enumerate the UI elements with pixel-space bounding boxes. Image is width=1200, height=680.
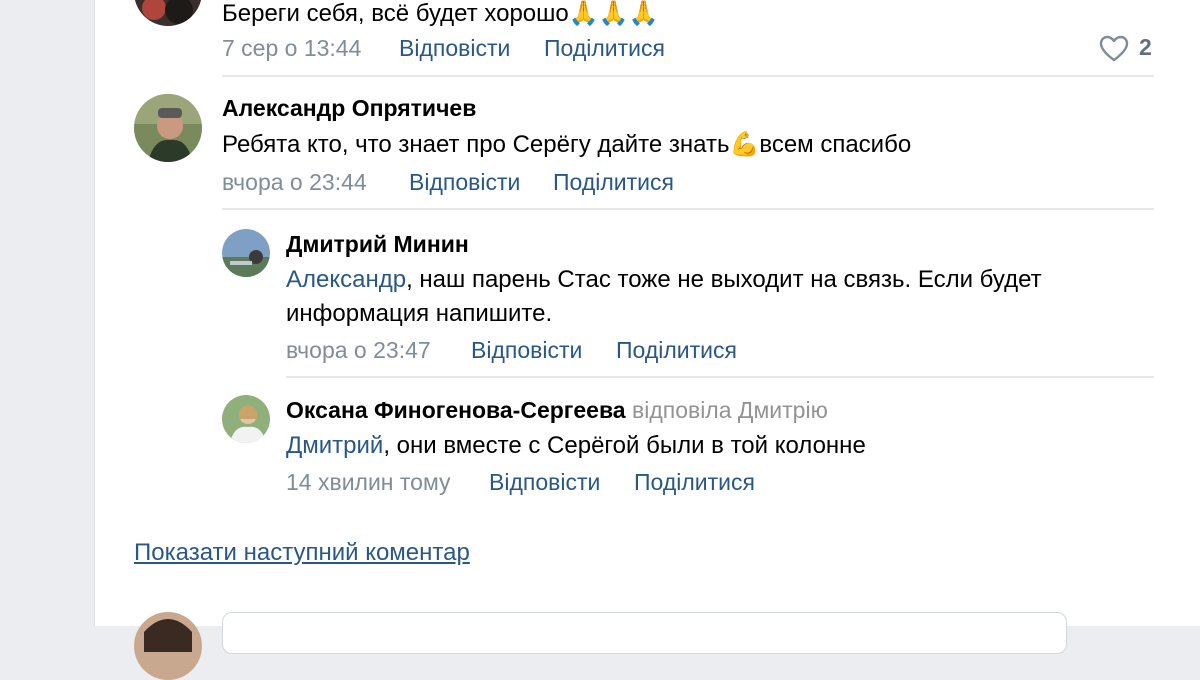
share-button[interactable]: Поділитися <box>553 169 674 196</box>
comment-text: Дмитрий, они вместе с Серёгой были в той… <box>286 432 866 459</box>
comment-text: Ребята кто, что знает про Серёгу дайте з… <box>222 130 912 158</box>
comment-author[interactable]: Дмитрий Минин <box>286 231 469 258</box>
commenter-avatar[interactable] <box>222 395 270 443</box>
muscle-emoji: 💪 <box>729 130 760 158</box>
comment-time[interactable]: 7 сер о 13:44 <box>222 35 361 62</box>
comment-separator <box>286 376 1154 378</box>
replied-to-link[interactable]: відповіла Дмитрію <box>632 397 828 423</box>
reply-button[interactable]: Відповісти <box>471 337 582 364</box>
comment-author: Оксана Финогенова-Сергеева відповіла Дми… <box>286 397 828 424</box>
reply-button[interactable]: Відповісти <box>489 469 600 496</box>
like-count: 2 <box>1139 34 1152 60</box>
commenter-avatar[interactable] <box>222 229 270 277</box>
comment-time[interactable]: вчора о 23:44 <box>222 169 367 196</box>
pray-emoji: 🙏🙏🙏 <box>568 0 659 27</box>
share-button[interactable]: Поділитися <box>634 469 755 496</box>
author-link[interactable]: Оксана Финогенова-Сергеева <box>286 397 626 423</box>
comment-text-line2: информация напишите. <box>286 300 553 327</box>
comment-time[interactable]: вчора о 23:47 <box>286 337 431 364</box>
comment-time[interactable]: 14 хвилин тому <box>286 469 451 496</box>
comment-separator <box>222 208 1154 210</box>
current-user-avatar <box>134 612 202 680</box>
share-button[interactable]: Поділитися <box>616 337 737 364</box>
mention-link[interactable]: Александр <box>286 266 406 293</box>
comment-separator <box>222 75 1154 77</box>
comment-text: Александр, наш парень Стас тоже не выход… <box>286 266 1042 293</box>
reply-button[interactable]: Відповісти <box>399 35 510 62</box>
comment-author[interactable]: Александр Опрятичев <box>222 95 476 122</box>
heart-icon <box>1099 35 1129 63</box>
comment-input[interactable] <box>222 612 1067 654</box>
show-next-comment-link[interactable]: Показати наступний коментар <box>134 539 470 567</box>
comment-text: Береги себя, всё будет хорошо🙏🙏🙏 <box>222 0 659 27</box>
reply-button[interactable]: Відповісти <box>409 169 520 196</box>
commenter-avatar[interactable] <box>134 94 202 162</box>
comments-panel <box>94 0 1200 626</box>
like-button[interactable]: 2 <box>1099 34 1159 64</box>
share-button[interactable]: Поділитися <box>544 35 665 62</box>
mention-link[interactable]: Дмитрий <box>286 432 383 459</box>
